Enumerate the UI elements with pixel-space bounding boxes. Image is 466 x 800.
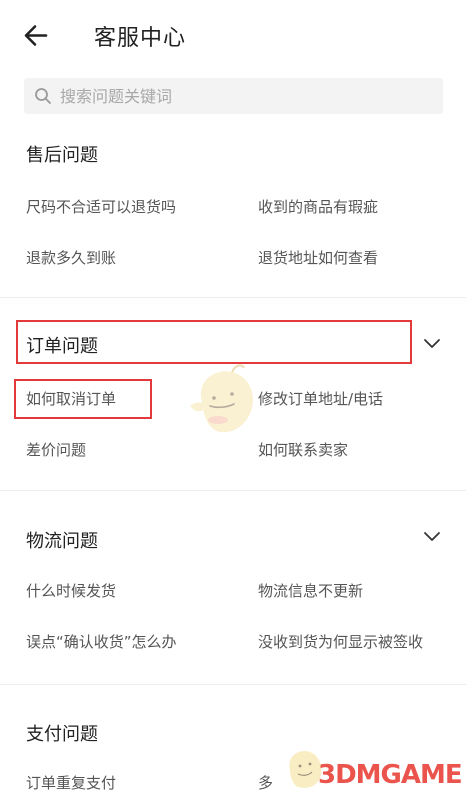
back-button[interactable] xyxy=(18,18,54,54)
question-link[interactable]: 多 xyxy=(258,772,273,793)
section-title-orders[interactable]: 订单问题 xyxy=(26,332,98,358)
chevron-down-icon[interactable] xyxy=(422,337,442,351)
question-link[interactable]: 物流信息不更新 xyxy=(258,580,363,601)
search-input[interactable] xyxy=(60,78,430,114)
top-bar: 客服中心 xyxy=(0,0,466,70)
question-link[interactable]: 如何取消订单 xyxy=(26,388,116,409)
3dmgame-watermark: 3DMGAME xyxy=(318,760,463,790)
question-link[interactable]: 如何联系卖家 xyxy=(258,439,348,460)
search-bar[interactable] xyxy=(24,78,443,114)
question-link[interactable]: 修改订单地址/电话 xyxy=(258,388,383,409)
page-title: 客服中心 xyxy=(94,26,187,51)
question-link[interactable]: 什么时候发货 xyxy=(26,580,116,601)
question-link[interactable]: 订单重复支付 xyxy=(26,772,116,793)
section-title-after-sales: 售后问题 xyxy=(26,145,98,166)
mascot-watermark-icon xyxy=(190,364,254,433)
section-title-payment: 支付问题 xyxy=(26,724,98,745)
section-divider xyxy=(0,297,466,298)
section-divider xyxy=(0,684,466,685)
chevron-down-icon[interactable] xyxy=(422,530,442,544)
question-link[interactable]: 退款多久到账 xyxy=(26,247,116,268)
search-icon xyxy=(35,88,51,104)
question-link[interactable]: 退货地址如何查看 xyxy=(258,247,378,268)
question-link[interactable]: 收到的商品有瑕疵 xyxy=(258,196,378,217)
question-link[interactable]: 尺码不合适可以退货吗 xyxy=(26,196,176,217)
arrow-left-icon xyxy=(24,25,48,46)
question-link[interactable]: 差价问题 xyxy=(26,439,86,460)
section-title-logistics[interactable]: 物流问题 xyxy=(26,527,98,553)
question-link[interactable]: 误点“确认收货”怎么办 xyxy=(26,631,177,652)
question-link[interactable]: 没收到货为何显示被签收 xyxy=(258,631,423,652)
section-divider xyxy=(0,490,466,491)
